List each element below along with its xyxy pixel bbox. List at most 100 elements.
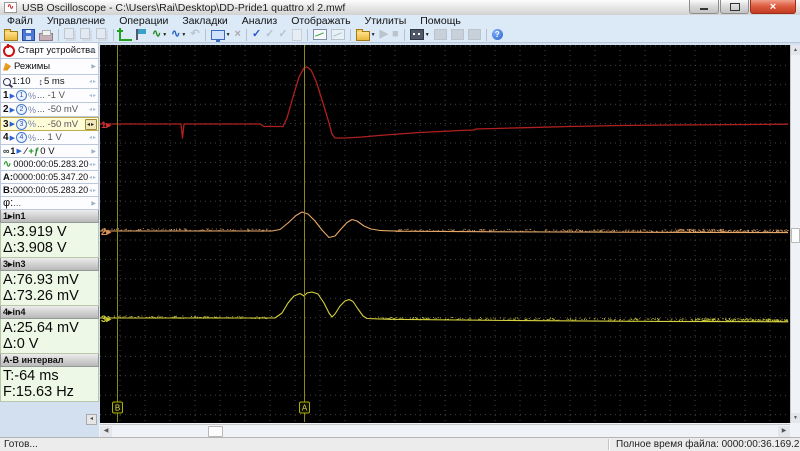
trace-in3 [100,211,789,239]
signal-math-icon[interactable]: ∿ ▼ [170,27,187,42]
spinner-buttons[interactable]: ◂▸ [89,92,97,99]
menu-item-3[interactable]: Операции [112,15,175,27]
measure-panel-icon[interactable]: ▼ [409,27,431,42]
menu-item-1[interactable]: Файл [0,15,40,27]
toolbar-separator [485,28,487,41]
expand-arrow-icon[interactable]: ▶ [91,200,96,207]
help-icon: ? [491,29,503,40]
time-value: 0000:00:05.283.20 [13,185,89,195]
horizontal-scroll-thumb[interactable] [208,426,223,437]
display-mode-icon[interactable]: ▼ [210,27,232,42]
dropdown-arrow-icon[interactable]: ▼ [226,32,231,38]
horizontal-scrollbar[interactable]: ◀ ▶ [100,424,790,437]
time-value: 0000:00:05.283.20 [13,159,89,169]
marker-flag-icon[interactable] [135,27,149,42]
spinner-buttons[interactable]: ◂▸ [84,118,97,130]
chart-view-icon[interactable] [312,27,328,42]
modes-icon [3,62,11,71]
vertical-scrollbar[interactable]: ▲ ▼ [790,45,800,423]
channel-number: 1 [3,90,9,101]
trigger-source: 1 [10,146,16,156]
dropdown-arrow-icon[interactable]: ▼ [162,32,167,38]
help-icon[interactable]: ? [491,27,504,42]
close-button[interactable]: × [750,0,796,14]
open-file-icon[interactable] [3,27,19,42]
menu-item-2[interactable]: Управление [40,15,112,27]
expand-arrow-icon[interactable]: ▶ [91,63,96,70]
menu-item-4[interactable]: Закладки [175,15,234,27]
dropdown-arrow-icon[interactable]: ▼ [181,32,186,38]
menu-item-8[interactable]: Помощь [413,15,468,27]
status-separator [608,439,610,450]
play-icon: ▶ [379,28,389,40]
menu-item-7[interactable]: Утилиты [358,15,414,27]
sidebar-channel-1[interactable]: 1 ▶ 1%... -1 V ◂▸ [0,89,99,103]
dropdown-arrow-icon[interactable]: ▼ [371,32,376,38]
open-folder-icon[interactable]: ▼ [355,27,377,42]
expand-arrow-icon[interactable]: ▶ [91,148,96,155]
play-icon: ▶ [379,27,389,42]
sidebar-item-time-A[interactable]: A: 0000:00:05.347.20 ◂▸ [0,171,99,184]
sidebar-item-trigger[interactable]: ∞ 1 ▶ ∕ +ƒ 0 V ▶ [0,145,99,158]
apply-check-icon: ✓ [251,28,262,40]
expand-arrow-icon[interactable]: ▶ [91,47,96,54]
sidebar-scroll-button[interactable]: ◂ [86,414,97,425]
export-icon [95,27,109,42]
scope-canvas[interactable]: B A 1▸ 2▸ 3▸ [100,45,790,423]
print-icon[interactable] [38,27,54,42]
spinner-buttons[interactable]: ◂▸ [89,134,97,141]
channel-range-value: ... -50 mV [36,104,79,115]
cursor-flag-label-B: B [115,404,120,413]
toolbar-separator [403,28,405,41]
spinner-buttons[interactable]: ◂▸ [89,161,97,168]
signal-view-icon[interactable]: ∿ ▼ [151,27,168,42]
coupling-icon: % [27,90,36,101]
sidebar-channel-2[interactable]: 2 ▶ 2%... -50 mV ◂▸ [0,103,99,117]
display-mode-icon [210,29,225,42]
menu-item-6[interactable]: Отображать [284,15,357,27]
scroll-down-icon[interactable]: ▼ [791,413,800,423]
channel-marker-2[interactable]: 2▸ [101,227,112,238]
channel-marker-3[interactable]: 3▸ [101,314,112,325]
sidebar-item-scale-time[interactable]: 1:10 ↕ 5 ms ◂▸ [0,75,99,89]
apply-check-icon[interactable]: ✓ [251,27,262,42]
maximize-button[interactable] [720,0,749,14]
spinner-buttons[interactable]: ◂▸ [89,174,97,181]
sidebar-item-modes[interactable]: Режимы ▶ [0,59,99,75]
copy-page-icon [80,28,90,39]
scroll-right-icon[interactable]: ▶ [778,426,790,437]
menu-item-5[interactable]: Анализ [235,15,284,27]
scroll-left-icon[interactable]: ◀ [100,426,112,437]
vertical-scroll-thumb[interactable] [791,228,800,243]
spinner-buttons[interactable]: ◂▸ [89,106,97,113]
sidebar-item-phase[interactable]: φ:... ▶ [0,197,99,210]
sidebar-item-time-B[interactable]: B: 0000:00:05.283.20 ◂▸ [0,184,99,197]
measure-value-a: A:3.919 V [3,224,67,240]
report-icon [291,28,302,41]
dropdown-arrow-icon[interactable]: ▼ [425,32,430,38]
channel-marker-1[interactable]: 1▸ [101,120,112,131]
scroll-up-icon[interactable]: ▲ [791,45,800,55]
control-sidebar: ◂ Старт устройства ▶ Режимы ▶ 1:10 ↕ 5 ms ◂▸ 1 ▶ 1… [0,43,99,437]
wave-icon: ∿ [3,158,12,170]
spinner-buttons[interactable]: ◂▸ [89,78,97,85]
sidebar-item-time-pos[interactable]: ∿ 0000:00:05.283.20 ◂▸ [0,158,99,171]
sidebar-item-start-device[interactable]: Старт устройства ▶ [0,43,99,59]
spinner-buttons[interactable]: ◂▸ [89,187,97,194]
trace-in1 [100,66,789,139]
minimize-button[interactable] [689,0,719,14]
marker-flag-icon [136,29,148,40]
trace-noise-3 [103,315,789,322]
signal-math-icon: ∿ [171,28,181,40]
save-file-icon[interactable] [21,27,36,42]
check-all-icon: ✓ [265,28,275,40]
axis-setup-icon[interactable] [117,27,133,42]
sidebar-channel-4[interactable]: 4 ▶ 4%... 1 V ◂▸ [0,131,99,145]
delete-icon: × [234,27,242,42]
report-icon [291,27,303,42]
channel-range-value: ... -50 mV [36,118,79,130]
sidebar-channel-3[interactable]: 3 ▶ 3%... -50 mV ◂▸ [0,117,99,131]
measure-value-delta: F:15.63 Hz [3,384,74,400]
trace-in4 [100,291,789,323]
measure-value-a: A:25.64 mV [3,320,79,336]
